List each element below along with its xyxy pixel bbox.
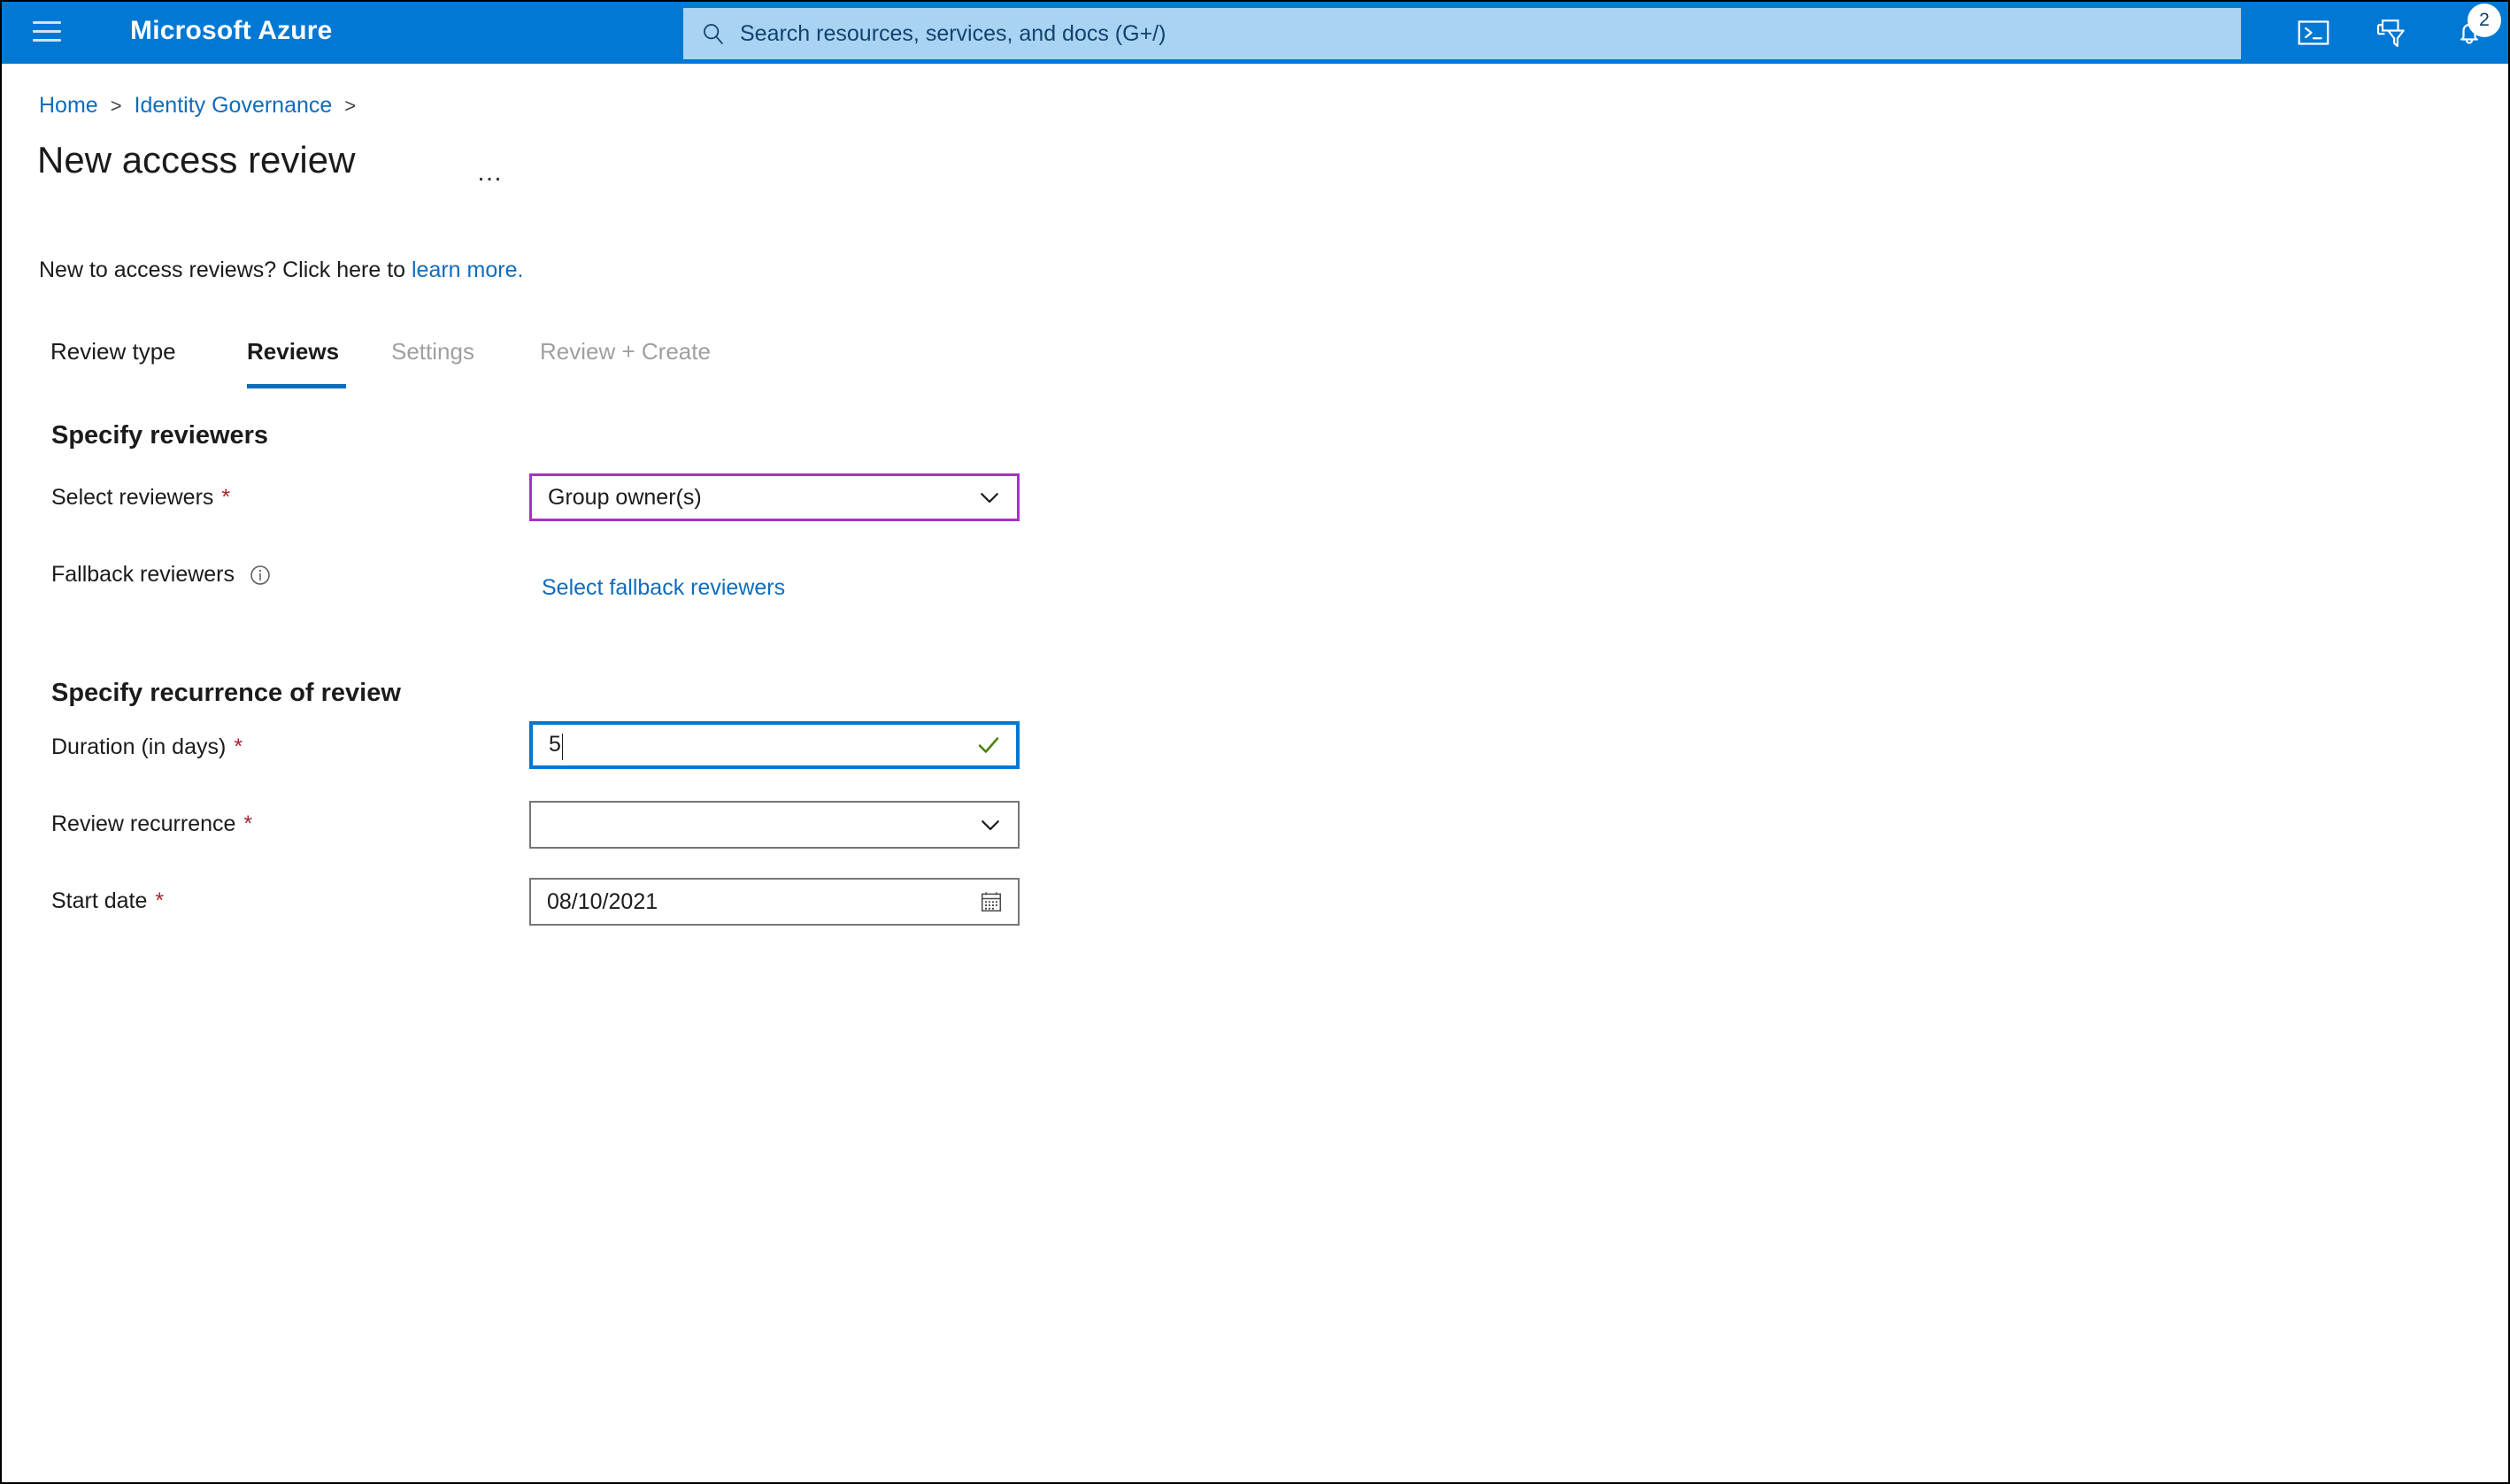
tab-review-type[interactable]: Review type xyxy=(50,338,176,381)
label-review-recurrence: Review recurrence * xyxy=(51,811,252,837)
label-select-reviewers: Select reviewers * xyxy=(51,485,230,511)
cloud-shell-icon[interactable] xyxy=(2275,2,2352,64)
required-asterisk: * xyxy=(155,888,165,913)
required-asterisk: * xyxy=(234,734,243,759)
global-search-box[interactable]: Search resources, services, and docs (G+… xyxy=(683,8,2241,59)
label-text: Review recurrence xyxy=(51,811,236,836)
hamburger-bar xyxy=(33,30,61,33)
tab-reviews[interactable]: Reviews xyxy=(247,338,339,381)
header-icon-group: 2 xyxy=(2275,2,2508,64)
select-reviewers-value: Group owner(s) xyxy=(548,484,702,510)
section-heading-specify-recurrence: Specify recurrence of review xyxy=(51,679,401,707)
select-reviewers-dropdown[interactable]: Group owner(s) xyxy=(529,473,1020,521)
notifications-bell-icon[interactable]: 2 xyxy=(2430,2,2508,64)
info-circle-icon[interactable] xyxy=(249,564,272,587)
calendar-icon[interactable] xyxy=(979,889,1004,914)
wizard-tabs: Review type Reviews Settings Review + Cr… xyxy=(2,338,2508,391)
start-date-value: 08/10/2021 xyxy=(547,888,658,914)
section-heading-specify-reviewers: Specify reviewers xyxy=(51,421,269,450)
label-text: Fallback reviewers xyxy=(51,562,235,587)
azure-portal-page: Microsoft Azure Search resources, servic… xyxy=(0,0,2510,1484)
notification-count-badge: 2 xyxy=(2468,4,2501,37)
review-recurrence-dropdown[interactable] xyxy=(529,801,1020,849)
breadcrumb-item-identity-governance[interactable]: Identity Governance xyxy=(135,93,333,119)
label-duration-in-days: Duration (in days) * xyxy=(51,734,243,760)
duration-input[interactable]: 5 xyxy=(529,721,1020,769)
label-text: Select reviewers xyxy=(51,485,214,510)
hamburger-icon[interactable] xyxy=(33,21,61,44)
intro-prefix: New to access reviews? Click here to xyxy=(39,258,412,282)
chevron-down-icon xyxy=(976,484,1003,511)
tab-review-create: Review + Create xyxy=(540,338,711,365)
text-cursor xyxy=(561,734,563,761)
checkmark-icon xyxy=(975,732,1002,758)
search-icon xyxy=(701,21,726,46)
label-fallback-reviewers: Fallback reviewers xyxy=(51,562,272,588)
duration-value: 5 xyxy=(549,731,975,761)
page-title: New access review xyxy=(37,139,356,181)
select-fallback-reviewers-link[interactable]: Select fallback reviewers xyxy=(542,575,785,601)
chevron-down-icon xyxy=(977,811,1004,838)
breadcrumb-item-home[interactable]: Home xyxy=(39,93,98,119)
global-search-placeholder: Search resources, services, and docs (G+… xyxy=(740,20,1166,46)
label-text: Start date xyxy=(51,888,148,913)
global-header: Microsoft Azure Search resources, servic… xyxy=(2,2,2508,64)
tab-settings: Settings xyxy=(391,338,474,365)
breadcrumb-separator: > xyxy=(344,94,357,117)
label-start-date: Start date * xyxy=(51,888,164,914)
label-text: Duration (in days) xyxy=(51,734,227,759)
active-tab-indicator xyxy=(247,384,346,388)
directories-subscriptions-icon[interactable] xyxy=(2352,2,2430,64)
intro-text: New to access reviews? Click here to lea… xyxy=(39,258,523,283)
duration-text: 5 xyxy=(549,731,561,757)
breadcrumb-separator: > xyxy=(110,94,122,117)
brand-title[interactable]: Microsoft Azure xyxy=(130,16,333,46)
breadcrumb: Home > Identity Governance > xyxy=(39,93,368,119)
hamburger-bar xyxy=(33,39,61,42)
start-date-input[interactable]: 08/10/2021 xyxy=(529,878,1020,926)
required-asterisk: * xyxy=(221,485,231,510)
learn-more-link[interactable]: learn more. xyxy=(412,258,523,282)
required-asterisk: * xyxy=(243,811,253,836)
hamburger-bar xyxy=(33,21,61,24)
more-options-button[interactable]: … xyxy=(476,158,504,188)
